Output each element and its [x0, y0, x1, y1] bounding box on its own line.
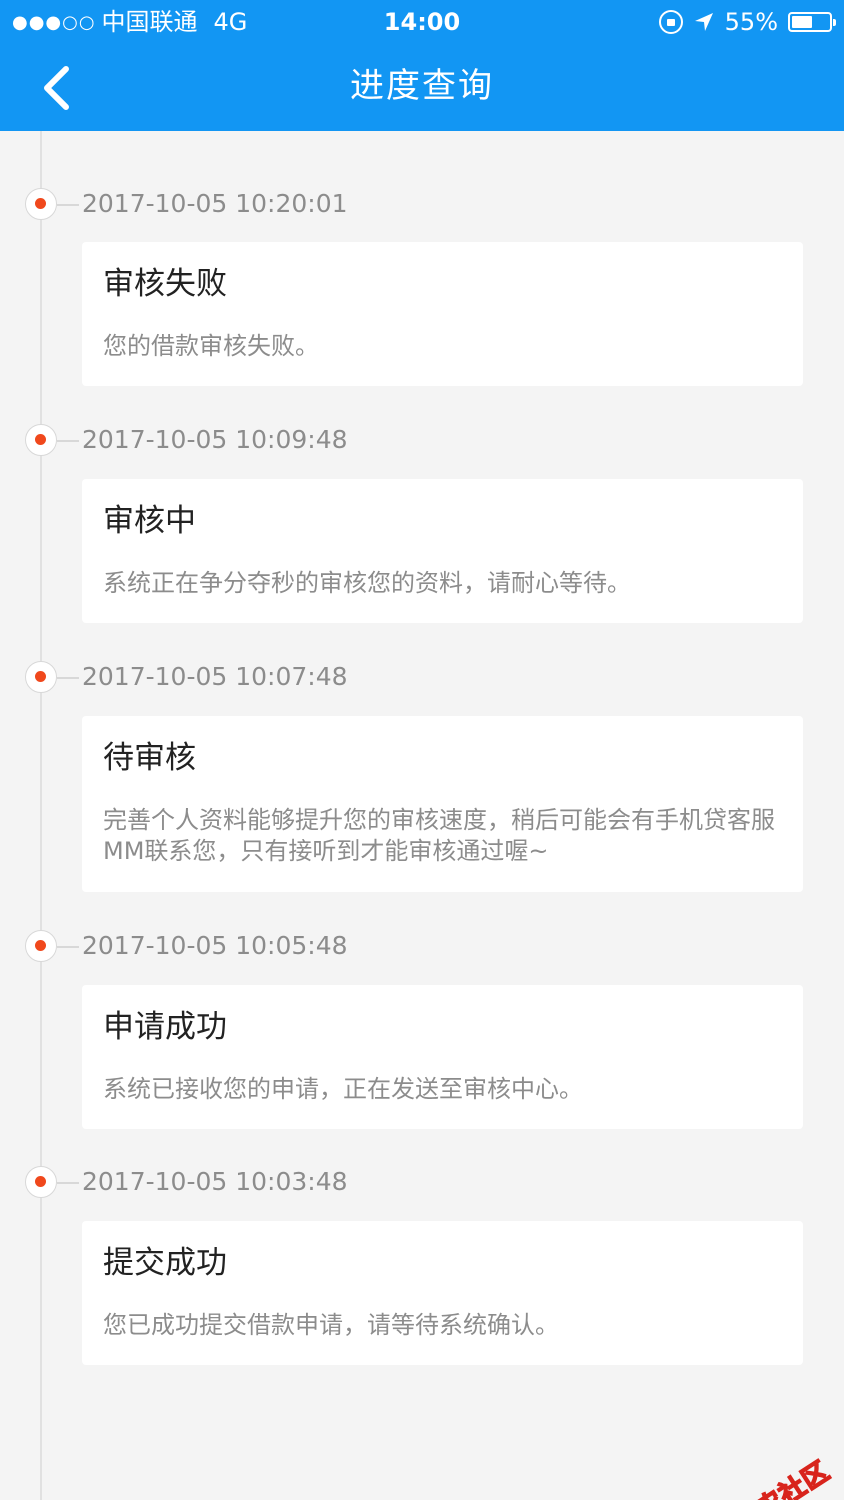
app-header: ●●●○○ 中国联通 4G 14:00 55% 进度查询	[0, 0, 844, 131]
timeline-marker	[25, 1166, 57, 1198]
page-title: 进度查询	[350, 66, 494, 106]
timeline-connector	[57, 946, 79, 948]
card-description: 系统正在争分夺秒的审核您的资料，请耐心等待。	[103, 569, 631, 597]
timeline-connector	[57, 440, 79, 442]
card-description: 您的借款审核失败。	[103, 332, 319, 360]
timeline-marker	[25, 424, 57, 456]
status-bar: ●●●○○ 中国联通 4G 14:00 55%	[0, 0, 844, 44]
card-title: 审核中	[103, 503, 196, 539]
card-title: 待审核	[103, 740, 196, 776]
entry-time: 2017-10-05 10:09:48	[82, 425, 348, 454]
location-arrow-icon	[694, 13, 713, 31]
timeline-marker	[25, 188, 57, 220]
status-indicators: 55%	[658, 8, 836, 36]
timeline-marker	[25, 661, 57, 693]
card-description: 完善个人资料能够提升您的审核速度，稍后可能会有手机贷客服MM联系您，只有接听到才…	[103, 806, 775, 865]
status-card: 提交成功 您已成功提交借款申请，请等待系统确认。	[82, 1221, 803, 1365]
watermark: 卡农社区	[698, 1451, 836, 1500]
entry-time: 2017-10-05 10:05:48	[82, 931, 348, 960]
status-card: 审核中 系统正在争分夺秒的审核您的资料，请耐心等待。	[82, 479, 803, 623]
card-title: 审核失败	[103, 266, 227, 302]
timeline-line	[40, 131, 42, 1500]
battery-level	[792, 16, 812, 28]
battery-icon	[788, 12, 836, 32]
timeline-connector	[57, 204, 79, 206]
watermark-text: 卡农社区	[728, 1455, 836, 1500]
timeline-connector	[57, 677, 79, 679]
entry-time: 2017-10-05 10:07:48	[82, 662, 348, 691]
card-description: 系统已接收您的申请，正在发送至审核中心。	[103, 1075, 583, 1103]
status-card: 审核失败 您的借款审核失败。	[82, 242, 803, 386]
card-description: 您已成功提交借款申请，请等待系统确认。	[103, 1311, 559, 1339]
card-title: 提交成功	[103, 1245, 227, 1281]
orientation-lock-icon	[658, 10, 683, 34]
battery-percent: 55%	[724, 8, 778, 36]
status-card: 申请成功 系统已接收您的申请，正在发送至审核中心。	[82, 985, 803, 1129]
timeline-marker	[25, 930, 57, 962]
status-card: 待审核 完善个人资料能够提升您的审核速度，稍后可能会有手机贷客服MM联系您，只有…	[82, 716, 803, 892]
nav-bar: 进度查询	[0, 44, 844, 131]
entry-time: 2017-10-05 10:20:01	[82, 189, 348, 218]
entry-time: 2017-10-05 10:03:48	[82, 1167, 348, 1196]
card-title: 申请成功	[103, 1009, 227, 1045]
timeline-connector	[57, 1182, 79, 1184]
